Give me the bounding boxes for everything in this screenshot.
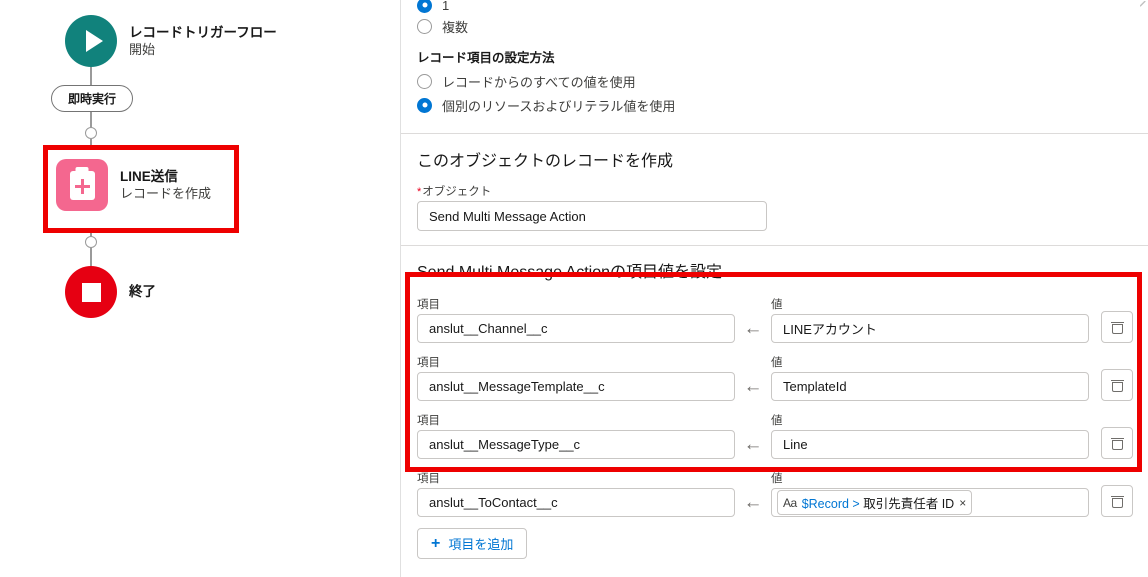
radio-label: レコードからのすべての値を使用 [442, 74, 636, 90]
radio-indicator [417, 0, 432, 13]
field-name-value: anslut__ToContact__c [429, 495, 558, 510]
object-input[interactable]: Send Multi Message Action [417, 201, 767, 231]
delete-row-button[interactable] [1101, 485, 1133, 517]
stop-icon [65, 266, 117, 318]
field-mapping-row: 項目 anslut__Channel__c ← 値 LINEアカウント [417, 296, 1133, 343]
radio-option-separate-resources[interactable]: 個別のリソースおよびリテラル値を使用 [417, 93, 1133, 117]
row-value-label: 値 [771, 299, 783, 311]
element-property-panel: 1 複数 レコード項目の設定方法 レコードからのすべての値を使用 個別のリソース… [401, 0, 1148, 577]
flow-path-pill-label: 即時実行 [67, 92, 116, 106]
object-section-title: このオブジェクトのレコードを作成 [417, 153, 674, 170]
field-value-input[interactable]: TemplateId [771, 372, 1089, 401]
field-values-section: Send Multi Message Actionの項目値を設定 項目 ansl… [401, 246, 1148, 559]
radio-indicator [417, 97, 432, 113]
radio-indicator [417, 73, 432, 89]
create-record-object-section: このオブジェクトのレコードを作成 *オブジェクト Send Multi Mess… [401, 134, 1148, 245]
field-name-input[interactable]: anslut__MessageTemplate__c [417, 372, 735, 401]
radio-indicator [417, 18, 432, 34]
field-value-text: Line [783, 437, 808, 452]
resource-token-text: $Record > 取引先責任者 ID [801, 497, 955, 511]
play-icon [65, 15, 117, 67]
row-field-label: 項目 [417, 357, 440, 369]
resource-token[interactable]: Aa $Record > 取引先責任者 ID × [777, 490, 973, 515]
field-value-input[interactable]: LINEアカウント [771, 314, 1089, 343]
mapping-arrow-icon: ← [743, 492, 763, 513]
start-node-subtitle: 開始 [129, 42, 156, 58]
radio-option-multiple[interactable]: 複数 [417, 14, 1133, 38]
end-node-title: 終了 [129, 284, 156, 300]
field-name-value: anslut__MessageType__c [429, 437, 581, 452]
radio-label: 個別のリソースおよびリテラル値を使用 [442, 98, 676, 114]
mapping-arrow-icon: ← [743, 318, 763, 339]
radio-option-single[interactable]: 1 [417, 0, 1133, 14]
add-field-button-label: 項目を追加 [448, 537, 514, 552]
required-marker: * [417, 186, 422, 198]
add-element-dot-1[interactable] [85, 127, 97, 139]
delete-row-button[interactable] [1101, 311, 1133, 343]
object-input-value: Send Multi Message Action [429, 208, 586, 224]
field-values-title: Send Multi Message Actionの項目値を設定 [417, 264, 722, 281]
radio-option-all-record-values[interactable]: レコードからのすべての値を使用 [417, 69, 1133, 93]
field-name-input[interactable]: anslut__ToContact__c [417, 488, 735, 517]
row-value-label: 値 [771, 357, 783, 369]
field-value-token-input[interactable]: Aa $Record > 取引先責任者 ID × [771, 488, 1089, 517]
flow-node-create-record[interactable]: LINE送信 レコードを作成 [56, 159, 211, 211]
delete-row-button[interactable] [1101, 369, 1133, 401]
field-name-value: anslut__Channel__c [429, 321, 548, 336]
flow-path-pill[interactable]: 即時実行 [51, 85, 133, 112]
plus-icon: + [431, 534, 441, 552]
flow-node-start[interactable]: レコードトリガーフロー 開始 [65, 15, 277, 67]
row-value-label: 値 [771, 473, 783, 485]
radio-label: 1 [442, 0, 450, 13]
object-field-label: *オブジェクト [417, 186, 492, 198]
row-field-label: 項目 [417, 415, 440, 427]
delete-row-button[interactable] [1101, 427, 1133, 459]
radio-label: 複数 [442, 19, 469, 35]
row-field-label: 項目 [417, 473, 440, 485]
trash-icon [1110, 437, 1124, 450]
add-element-dot-2[interactable] [85, 236, 97, 248]
flow-builder-screen: レコードトリガーフロー 開始 即時実行 LINE送信 レコードを作成 終了 1 … [0, 0, 1148, 577]
row-value-label: 値 [771, 415, 783, 427]
row-field-label: 項目 [417, 299, 440, 311]
field-mapping-row: 項目 anslut__ToContact__c ← 値 Aa $Record >… [417, 470, 1133, 517]
field-method-heading: レコード項目の設定方法 [417, 51, 555, 65]
field-name-value: anslut__MessageTemplate__c [429, 379, 605, 394]
mapping-arrow-icon: ← [743, 434, 763, 455]
add-field-button[interactable]: + 項目を追加 [417, 528, 528, 559]
trash-icon [1110, 379, 1124, 392]
text-type-icon: Aa [783, 495, 797, 510]
record-count-radio-group[interactable]: 1 複数 レコード項目の設定方法 レコードからのすべての値を使用 個別のリソース… [401, 0, 1148, 117]
connector-dot2-to-end [90, 247, 92, 266]
field-name-input[interactable]: anslut__MessageType__c [417, 430, 735, 459]
field-mapping-row: 項目 anslut__MessageType__c ← 値 Line [417, 412, 1133, 459]
flow-canvas[interactable]: レコードトリガーフロー 開始 即時実行 LINE送信 レコードを作成 終了 [0, 0, 401, 577]
remove-token-icon[interactable]: × [959, 496, 966, 510]
flow-node-end[interactable]: 終了 [65, 266, 156, 318]
element-node-title: LINE送信 [120, 168, 178, 184]
field-mapping-row: 項目 anslut__MessageTemplate__c ← 値 Templa… [417, 354, 1133, 401]
create-record-icon [56, 159, 108, 211]
trash-icon [1110, 321, 1124, 334]
element-node-subtitle: レコードを作成 [120, 186, 212, 202]
field-value-text: LINEアカウント [783, 322, 877, 337]
field-value-input[interactable]: Line [771, 430, 1089, 459]
field-name-input[interactable]: anslut__Channel__c [417, 314, 735, 343]
mapping-arrow-icon: ← [743, 376, 763, 397]
connector-start-to-pill [90, 67, 92, 87]
field-value-text: TemplateId [783, 379, 847, 394]
scrollbar-nub[interactable] [1140, 1, 1147, 8]
trash-icon [1110, 495, 1124, 508]
start-node-title: レコードトリガーフロー [129, 24, 277, 40]
